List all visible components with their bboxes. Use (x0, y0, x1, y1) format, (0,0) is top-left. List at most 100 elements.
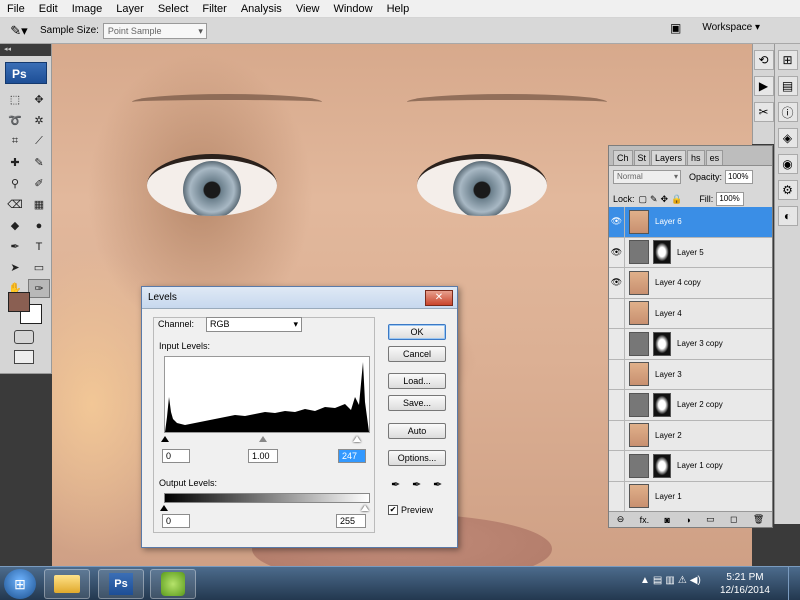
start-button[interactable]: ⊞ (4, 569, 36, 599)
menu-item-layer[interactable]: Layer (109, 0, 151, 18)
swatches-icon[interactable]: ◉ (777, 154, 798, 174)
link-icon[interactable]: ⊖ (617, 514, 625, 525)
load-button[interactable]: Load... (388, 373, 446, 389)
menu-item-view[interactable]: View (289, 0, 327, 18)
alert-icon[interactable]: ⚠ (678, 575, 687, 586)
volume-icon[interactable]: ◀) (690, 575, 701, 586)
output-black-field[interactable]: 0 (162, 514, 190, 528)
tab-st[interactable]: St (633, 150, 651, 165)
auto-button[interactable]: Auto (388, 423, 446, 439)
visibility-toggle[interactable] (609, 420, 625, 450)
menu-item-filter[interactable]: Filter (195, 0, 233, 18)
fill-input[interactable]: 100% (716, 192, 745, 206)
actions-icon[interactable]: ▶ (753, 76, 774, 96)
camera-icon[interactable]: ▣ (670, 21, 688, 37)
path-select-tool-icon[interactable]: ➤ (4, 258, 26, 277)
close-button[interactable]: ✕ (425, 290, 453, 306)
healing-tool-icon[interactable]: ✚ (4, 153, 26, 172)
brush-tool-icon[interactable]: ✎ (28, 153, 50, 172)
eyedropper-tool-icon[interactable]: ✑ (28, 279, 50, 298)
input-black-slider[interactable] (161, 436, 169, 442)
quick-mask-icon[interactable] (14, 330, 34, 344)
type-tool-icon[interactable]: T (28, 237, 50, 256)
tools-preset-icon[interactable]: ✂ (753, 102, 774, 122)
clone-stamp-tool-icon[interactable]: ⚲ (4, 174, 26, 193)
eraser-tool-icon[interactable]: ⌫ (4, 195, 26, 214)
layer-row[interactable]: Layer 1 copy (609, 451, 772, 482)
sample-size-select[interactable]: Point Sample (102, 22, 207, 39)
trash-icon[interactable]: 🗑 (753, 514, 764, 525)
layer-mask-thumbnail[interactable] (653, 453, 671, 478)
network-icon[interactable]: ▥ (665, 575, 674, 586)
info-icon[interactable]: ⓘ (777, 102, 798, 122)
clock[interactable]: 5:21 PM 12/16/2014 (720, 571, 770, 597)
shape-tool-icon[interactable]: ▭ (28, 258, 50, 277)
gray-eyedropper-icon[interactable]: ✒ (412, 478, 421, 491)
input-white-slider[interactable] (353, 436, 361, 442)
paths-icon[interactable]: ◐ (777, 206, 798, 226)
new-layer-icon[interactable]: ◻ (730, 514, 737, 525)
output-white-field[interactable]: 255 (336, 514, 366, 528)
tab-ch[interactable]: Ch (613, 150, 633, 165)
ok-button[interactable]: OK (388, 324, 446, 340)
visibility-toggle[interactable] (609, 390, 625, 420)
layer-mask-thumbnail[interactable] (653, 392, 671, 417)
opacity-input[interactable]: 100% (725, 170, 754, 184)
blend-mode-select[interactable]: Normal (613, 170, 681, 184)
options-button[interactable]: Options... (388, 450, 446, 466)
layer-row[interactable]: Layer 3 copy (609, 329, 772, 360)
crop-tool-icon[interactable]: ⌗ (4, 132, 26, 151)
input-white-field[interactable]: 247 (338, 449, 366, 463)
blur-tool-icon[interactable]: ◆ (4, 216, 26, 235)
group-icon[interactable]: ▭ (706, 514, 715, 525)
layer-row[interactable]: 👁 Layer 4 copy (609, 268, 772, 299)
black-eyedropper-icon[interactable]: ✒ (391, 478, 400, 491)
toolbox-header[interactable]: ◂◂ (0, 44, 51, 56)
screen-mode-icon[interactable] (14, 350, 34, 364)
eye-icon[interactable]: 👁 (609, 207, 625, 237)
tray-app-icon[interactable]: ▤ (653, 575, 662, 586)
foreground-color-swatch[interactable] (8, 292, 30, 312)
layer-mask-thumbnail[interactable] (653, 331, 671, 356)
fx-icon[interactable]: fx. (640, 515, 650, 525)
navigator-icon[interactable]: ⊞ (777, 50, 798, 70)
magic-wand-tool-icon[interactable]: ✲ (28, 111, 50, 130)
layer-row[interactable]: Layer 4 (609, 298, 772, 329)
menu-item-analysis[interactable]: Analysis (234, 0, 289, 18)
layers-stack-icon[interactable]: ◈ (777, 128, 798, 148)
explorer-taskbar-button[interactable] (44, 569, 90, 599)
visibility-toggle[interactable] (609, 451, 625, 481)
styles-icon[interactable]: ⚙ (777, 180, 798, 200)
dodge-tool-icon[interactable]: ● (28, 216, 50, 235)
eye-icon[interactable]: 👁 (609, 268, 625, 298)
eye-icon[interactable]: 👁 (609, 237, 625, 267)
menu-item-window[interactable]: Window (326, 0, 379, 18)
tab-es[interactable]: es (705, 150, 724, 165)
menu-item-help[interactable]: Help (380, 0, 417, 18)
menu-item-select[interactable]: Select (151, 0, 196, 18)
eyedropper-tool-icon[interactable]: ✎▾ (4, 20, 34, 42)
gradient-tool-icon[interactable]: ▦ (28, 195, 50, 214)
white-eyedropper-icon[interactable]: ✒ (433, 478, 442, 491)
lock-icons[interactable]: ▢✎✥🔒 (639, 194, 686, 205)
tray-arrow-icon[interactable]: ▲ (640, 575, 650, 586)
visibility-toggle[interactable] (609, 329, 625, 359)
layer-row[interactable]: Layer 2 copy (609, 390, 772, 421)
tab-layers[interactable]: Layers (651, 150, 687, 165)
output-black-slider[interactable] (160, 505, 168, 511)
slice-tool-icon[interactable]: ⟋ (28, 132, 50, 151)
visibility-toggle[interactable] (609, 359, 625, 389)
green-app-taskbar-button[interactable] (150, 569, 196, 599)
menu-item-image[interactable]: Image (65, 0, 110, 18)
layer-row[interactable]: 👁 Layer 5 (609, 237, 772, 268)
input-gamma-field[interactable]: 1.00 (248, 449, 278, 463)
layer-row[interactable]: Layer 2 (609, 420, 772, 451)
save-button[interactable]: Save... (388, 395, 446, 411)
photoshop-taskbar-button[interactable]: Ps (98, 569, 144, 599)
cancel-button[interactable]: Cancel (388, 346, 446, 362)
menu-item-edit[interactable]: Edit (32, 0, 65, 18)
pen-tool-icon[interactable]: ✒ (4, 237, 26, 256)
workspace-menu[interactable]: Workspace ▾ (702, 22, 760, 33)
channel-select[interactable]: RGB ▾ (206, 317, 302, 332)
menu-item-file[interactable]: File (0, 0, 32, 18)
